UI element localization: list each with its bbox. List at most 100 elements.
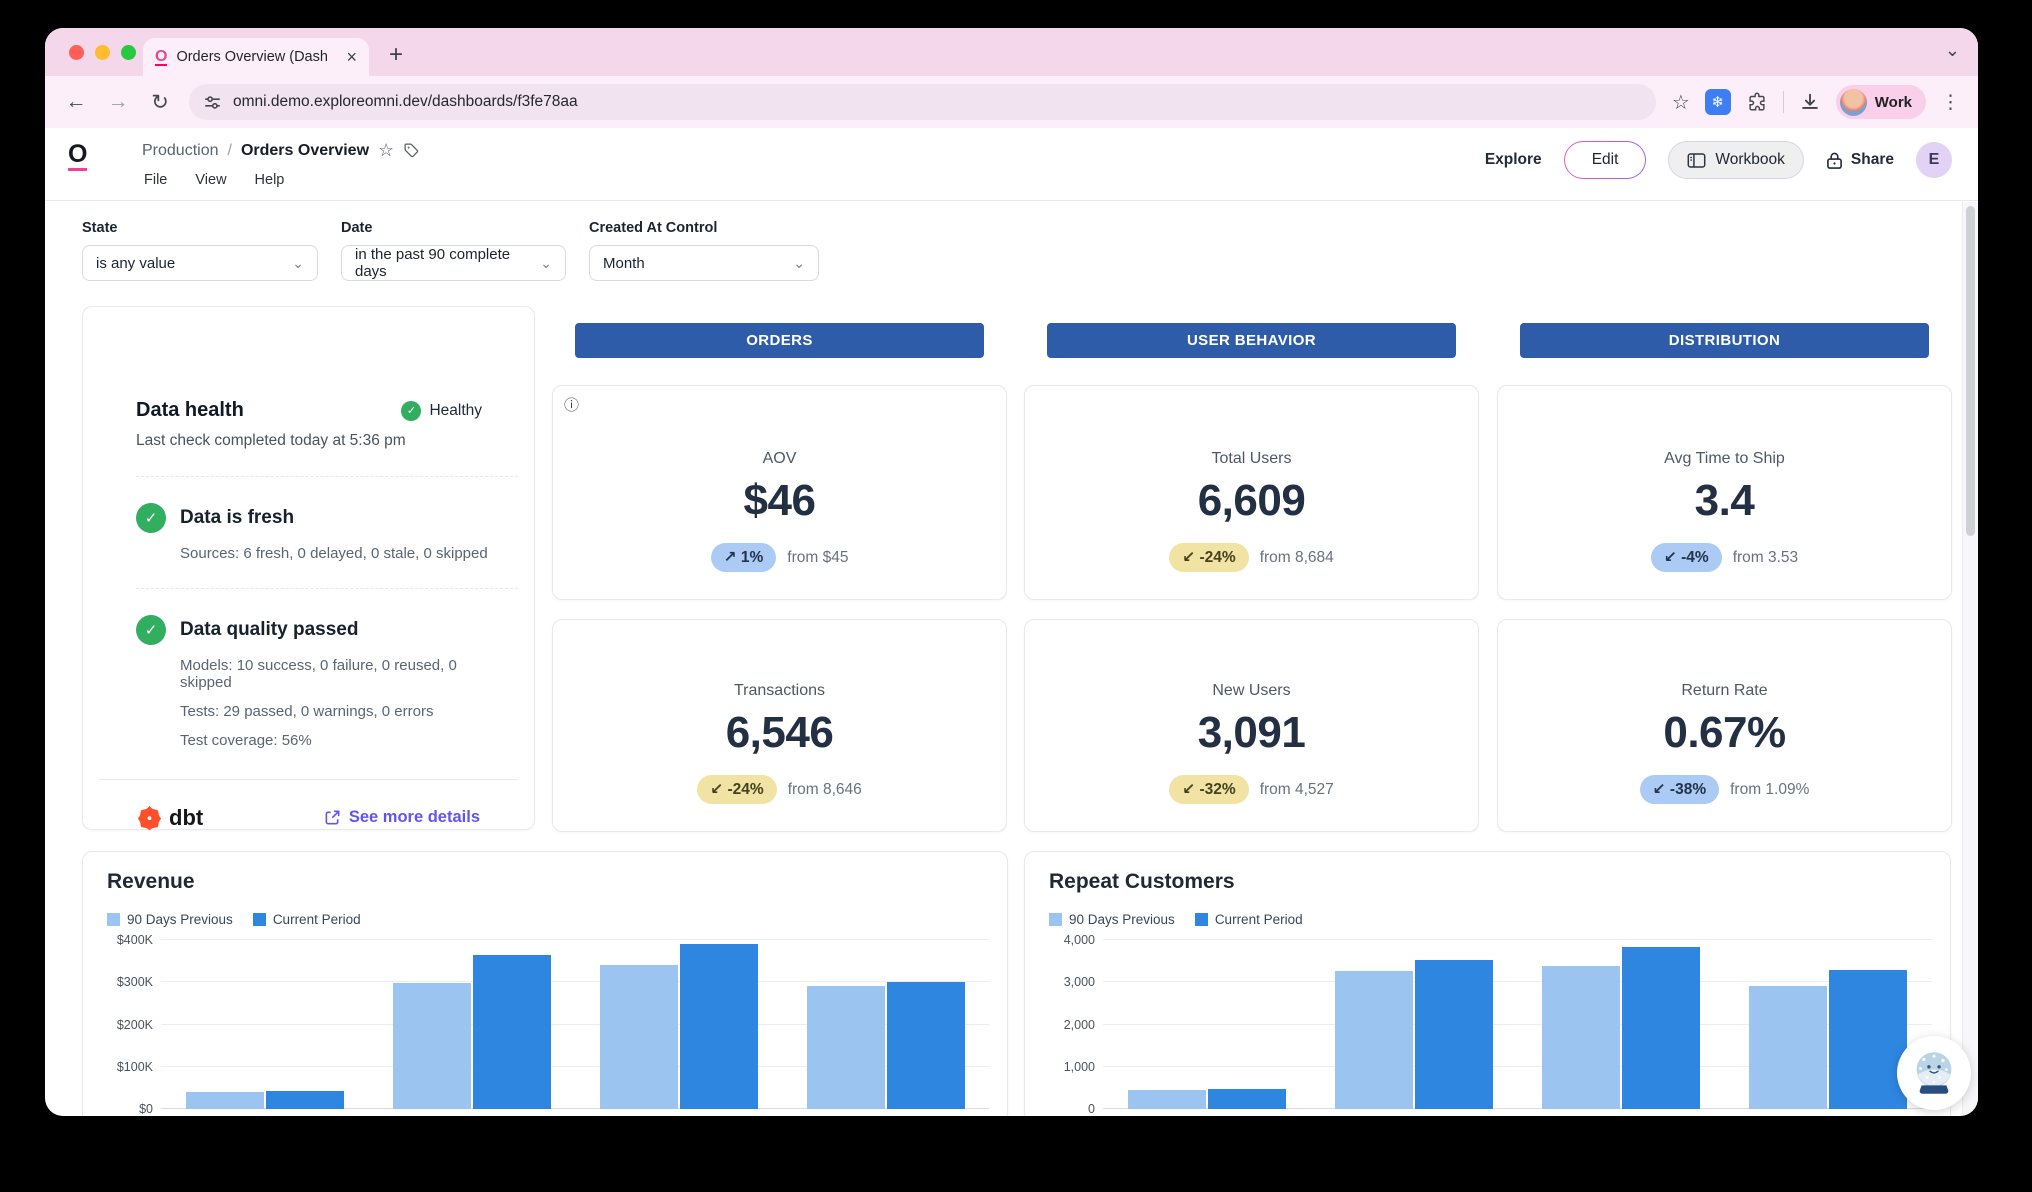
tag-icon[interactable]: [403, 142, 420, 159]
kpi-delta-badge: ↙ -32%: [1169, 775, 1248, 804]
new-tab-button[interactable]: +: [389, 40, 403, 70]
kpi-delta-row: ↙ -24%from 8,646: [697, 775, 862, 804]
kpi-label: Transactions: [734, 682, 825, 700]
browser-profile-chip[interactable]: Work: [1836, 85, 1926, 119]
bar-current-period[interactable]: [266, 1091, 344, 1109]
workbook-icon: [1687, 152, 1706, 169]
legend-swatch: [107, 913, 120, 926]
filter-value: is any value: [96, 255, 175, 272]
kpi-card-total-users[interactable]: Total Users6,609↙ -24%from 8,684: [1024, 385, 1479, 600]
filter-select[interactable]: in the past 90 complete days⌄: [341, 245, 566, 281]
y-axis-label: $400K: [91, 933, 153, 947]
forward-icon[interactable]: →: [105, 90, 131, 114]
last-check-text: Last check completed today at 5:36 pm: [83, 422, 534, 450]
section-header-orders[interactable]: ORDERS: [575, 323, 984, 358]
chart-legend: 90 Days PreviousCurrent Period: [107, 912, 361, 927]
toolbar-right-icons: ☆ ❄ Work ⋮: [1672, 85, 1960, 119]
legend-swatch: [1195, 913, 1208, 926]
legend-swatch: [253, 913, 266, 926]
kpi-delta-row: ↙ -32%from 4,527: [1169, 775, 1334, 804]
chat-widget-button[interactable]: [1897, 1036, 1971, 1110]
kpi-delta-row: ↙ -38%from 1.09%: [1640, 775, 1810, 804]
kpi-value: 6,546: [726, 708, 834, 758]
bar-90-days-previous[interactable]: [600, 965, 678, 1109]
check-circle-icon: ✓: [136, 503, 166, 533]
healthy-check-icon: ✓: [401, 401, 421, 421]
browser-menu-icon[interactable]: ⋮: [1941, 91, 1960, 114]
kpi-card-return-rate[interactable]: Return Rate0.67%↙ -38%from 1.09%: [1497, 619, 1952, 832]
kpi-delta-row: ↗ 1% from $45: [711, 543, 849, 572]
minimize-window-button[interactable]: [95, 45, 110, 60]
close-window-button[interactable]: [69, 45, 84, 60]
bar-90-days-previous[interactable]: [1749, 986, 1827, 1109]
workbook-button[interactable]: Workbook: [1668, 141, 1804, 179]
reload-icon[interactable]: ↻: [147, 90, 173, 115]
bar-90-days-previous[interactable]: [1128, 1090, 1206, 1109]
kpi-from-text: from $45: [787, 549, 848, 567]
edit-button[interactable]: Edit: [1564, 141, 1647, 179]
bar-current-period[interactable]: [1829, 970, 1907, 1109]
fullscreen-window-button[interactable]: [121, 45, 136, 60]
omni-favicon-icon: O: [155, 49, 167, 66]
bar-current-period[interactable]: [1208, 1089, 1286, 1109]
section-header-distribution[interactable]: DISTRIBUTION: [1520, 323, 1929, 358]
bar-current-period[interactable]: [1415, 960, 1493, 1109]
vertical-scrollbar[interactable]: [1962, 202, 1978, 1116]
menu-view[interactable]: View: [195, 172, 226, 188]
kpi-delta-row: ↙ -24%from 8,684: [1169, 543, 1334, 572]
y-axis-label: $300K: [91, 975, 153, 989]
share-button[interactable]: Share: [1826, 151, 1894, 170]
y-axis-label: 0: [1033, 1102, 1095, 1116]
kpi-card-transactions[interactable]: Transactions 6,546 ↙ -24%from 8,646: [552, 619, 1007, 832]
bar-current-period[interactable]: [1622, 947, 1700, 1109]
section-header-user-behavior[interactable]: USER BEHAVIOR: [1047, 323, 1456, 358]
filter-select[interactable]: is any value⌄: [82, 245, 318, 281]
extension-icon[interactable]: ❄: [1705, 89, 1731, 115]
see-more-details-link[interactable]: See more details: [324, 808, 480, 827]
bar-current-period[interactable]: [680, 944, 758, 1109]
user-avatar[interactable]: E: [1916, 142, 1952, 178]
y-axis-label: $0: [91, 1102, 153, 1116]
kpi-card-avg-time-to-ship[interactable]: Avg Time to Ship3.4↙ -4%from 3.53: [1497, 385, 1952, 600]
explore-button[interactable]: Explore: [1485, 151, 1542, 169]
browser-tab[interactable]: O Orders Overview (Dashboard) ×: [143, 38, 369, 76]
extensions-puzzle-icon[interactable]: [1746, 91, 1768, 113]
bookmark-star-icon[interactable]: ☆: [1672, 90, 1690, 115]
bar-90-days-previous[interactable]: [186, 1092, 264, 1109]
back-icon[interactable]: ←: [63, 90, 89, 114]
kpi-label: Avg Time to Ship: [1664, 450, 1785, 468]
filter-select[interactable]: Month⌄: [589, 245, 819, 281]
bar-90-days-previous[interactable]: [807, 986, 885, 1109]
bar-90-days-previous[interactable]: [393, 983, 471, 1109]
chart-legend: 90 Days PreviousCurrent Period: [1049, 912, 1303, 927]
download-icon[interactable]: [1799, 91, 1821, 113]
address-bar[interactable]: omni.demo.exploreomni.dev/dashboards/f3f…: [189, 84, 1656, 120]
bar-90-days-previous[interactable]: [1542, 966, 1620, 1109]
scrollbar-thumb[interactable]: [1966, 206, 1975, 536]
info-icon[interactable]: ⓘ: [564, 394, 579, 415]
menu-file[interactable]: File: [144, 172, 167, 188]
kpi-value: 3.4: [1695, 476, 1755, 526]
site-settings-icon[interactable]: [203, 93, 222, 112]
bar-current-period[interactable]: [887, 982, 965, 1109]
kpi-value: 0.67%: [1663, 708, 1785, 758]
chart-plot-area: [1103, 942, 1932, 1109]
kpi-card-new-users[interactable]: New Users3,091↙ -32%from 4,527: [1024, 619, 1479, 832]
kpi-column-orders: ORDERSⓘAOV$46↗ 1%from $45Transactions6,5…: [552, 323, 1007, 832]
header-actions: Explore Edit Workbook Share E: [1485, 141, 1952, 179]
tab-search-chevron-icon[interactable]: ⌄: [1945, 40, 1960, 61]
bar-current-period[interactable]: [473, 955, 551, 1109]
bar-90-days-previous[interactable]: [1335, 971, 1413, 1109]
legend-label: Current Period: [1215, 912, 1303, 927]
browser-tab-bar: O Orders Overview (Dashboard) × + ⌄: [45, 28, 1978, 76]
breadcrumb-parent[interactable]: Production: [142, 142, 219, 160]
tab-close-icon[interactable]: ×: [346, 47, 357, 68]
menu-help[interactable]: Help: [255, 172, 285, 188]
health-check-title: Data quality passed: [180, 619, 358, 641]
kpi-delta-badge: ↗ 1%: [711, 543, 777, 572]
omni-logo[interactable]: O: [68, 142, 87, 171]
repeat-customers-chart-card: Repeat Customers90 Days PreviousCurrent …: [1024, 851, 1951, 1116]
y-axis-label: 1,000: [1033, 1060, 1095, 1074]
kpi-card-aov[interactable]: ⓘAOV$46↗ 1%from $45: [552, 385, 1007, 600]
favorite-star-icon[interactable]: ☆: [378, 140, 394, 161]
